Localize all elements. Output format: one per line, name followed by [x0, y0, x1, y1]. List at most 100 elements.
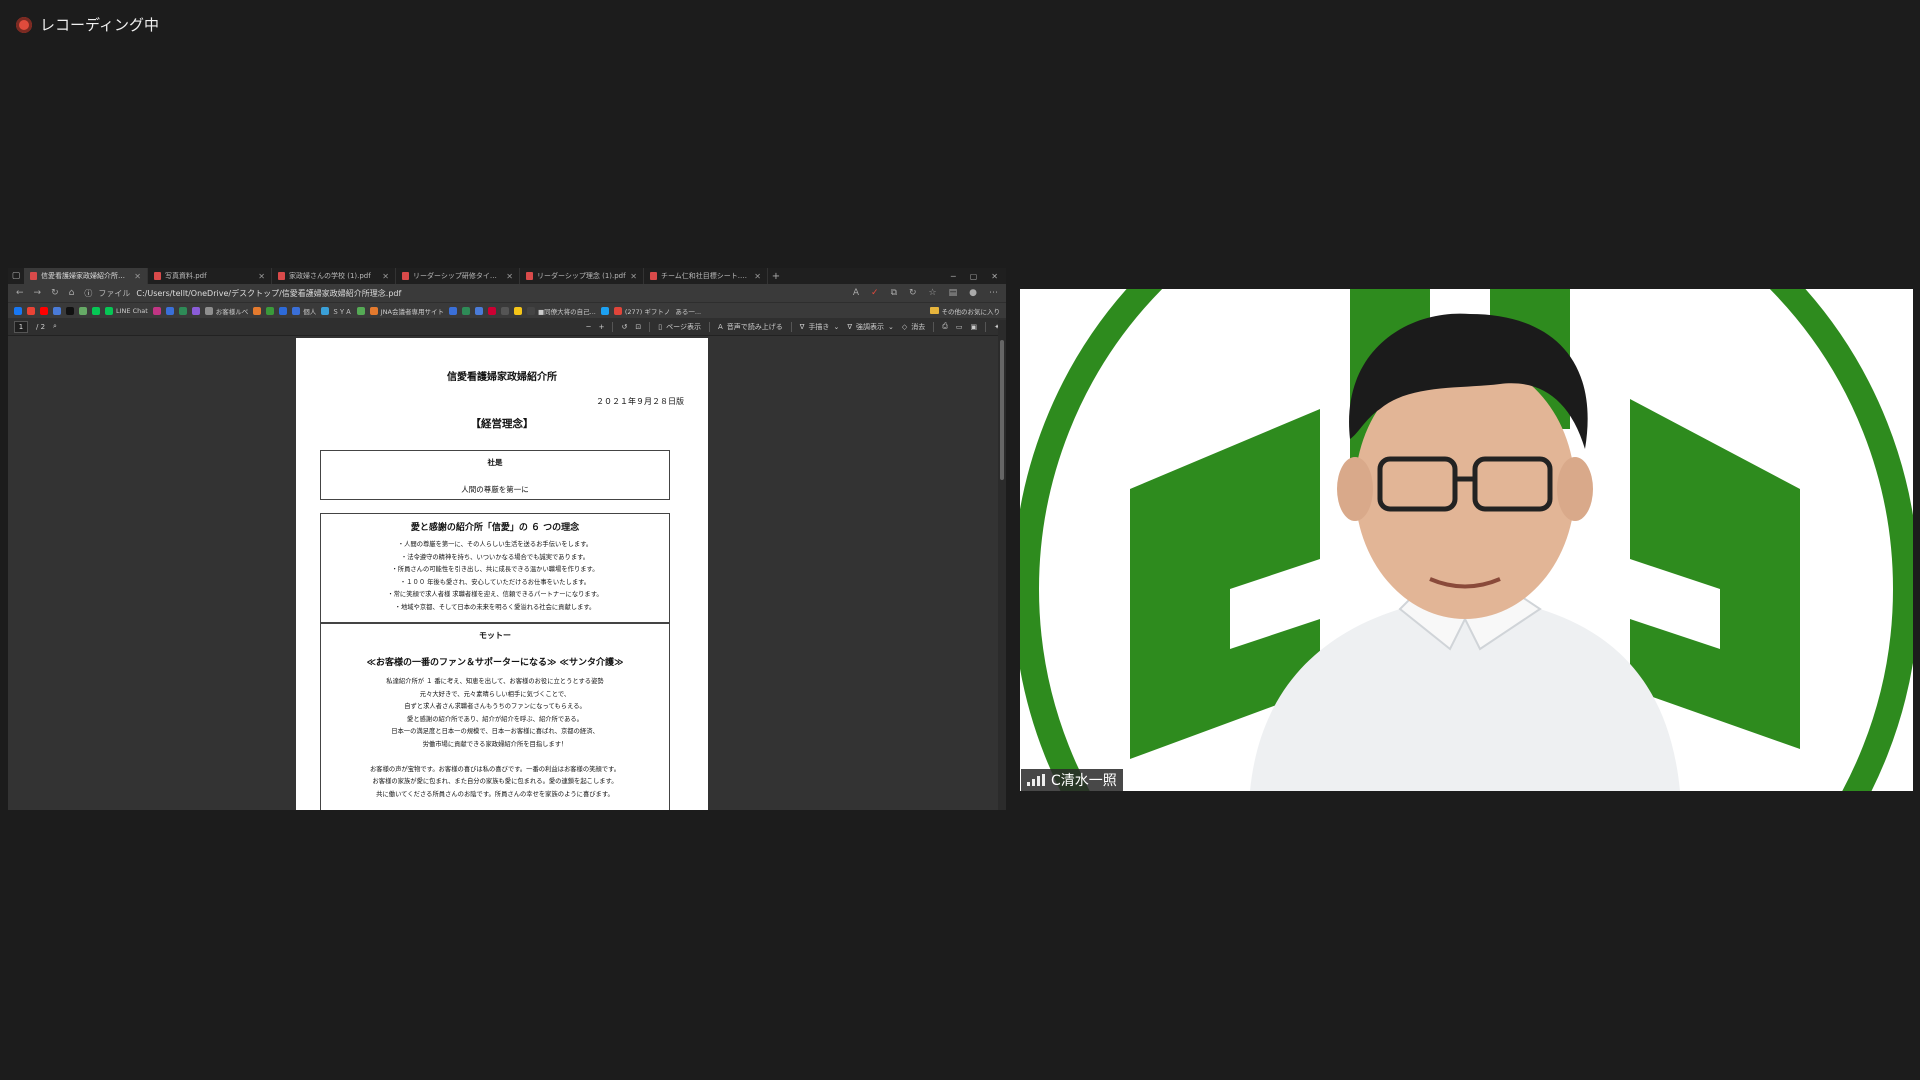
- page-view-icon: ▯: [658, 322, 663, 331]
- favorite-icon[interactable]: ☆: [929, 288, 937, 298]
- principle-item: ・法令遵守の精神を持ち、いついかなる場合でも誠実であります。: [400, 553, 590, 561]
- person-ear: [1557, 457, 1593, 521]
- highlight-button[interactable]: ∇ 強調表示 ⌄: [847, 322, 894, 332]
- bookmark-item[interactable]: LINE Chat: [105, 306, 148, 315]
- tab-actions-icon[interactable]: ▢: [8, 268, 24, 284]
- bookmark-icon[interactable]: [475, 306, 483, 315]
- scrollbar[interactable]: [998, 320, 1006, 810]
- browser-tab[interactable]: リーダーシップ理念 (1).pdf ✕: [520, 268, 644, 284]
- bookmark-item[interactable]: 個人: [292, 306, 316, 316]
- bookmark-item[interactable]: お客様ルベ: [204, 306, 248, 316]
- browser-tab[interactable]: 写真資料.pdf ✕: [148, 268, 272, 284]
- bookmark-icon[interactable]: [79, 306, 87, 315]
- motto-line: 労働市場に貢献できる家政婦紹介所を目指します！: [422, 740, 568, 748]
- recording-icon: [16, 16, 32, 33]
- bookmark-icon: [527, 306, 535, 315]
- document-date: ２０２１年９月２８日版: [596, 397, 684, 406]
- motto-line: 元々大好きで、元々素晴らしい相手に気づくことで、: [419, 690, 571, 698]
- browser-tab[interactable]: リーダーシップ研修タイプ2.pdf ✕: [396, 268, 520, 284]
- close-icon[interactable]: ✕: [630, 272, 637, 281]
- bookmark-icon[interactable]: [53, 306, 61, 315]
- pdf-icon: [154, 272, 161, 280]
- url-text: C:/Users/tellt/OneDrive/デスクトップ/信愛看護婦家政婦紹…: [136, 288, 402, 298]
- bookmark-item[interactable]: ある一...: [675, 306, 701, 316]
- draw-button[interactable]: ∇ 手描き ⌄: [800, 322, 840, 332]
- bookmark-icon[interactable]: [501, 306, 509, 315]
- bookmark-icon[interactable]: [279, 306, 288, 315]
- motto-line: 私達紹介所が １ 番に考え、知恵を出して、お客様のお役に立とうとする姿勢: [386, 678, 604, 685]
- bookmark-icon[interactable]: [488, 306, 496, 315]
- browser-tab[interactable]: チーム仁和社目標シート.pdf ✕: [644, 268, 768, 284]
- bookmark-icon[interactable]: [165, 306, 174, 315]
- instagram-icon[interactable]: [152, 306, 161, 315]
- bookmark-icon[interactable]: [514, 306, 522, 315]
- bookmark-icon[interactable]: [462, 306, 470, 315]
- facebook-icon[interactable]: [14, 306, 22, 315]
- youtube-icon: [613, 306, 622, 315]
- zoom-out-icon[interactable]: ─: [586, 323, 590, 331]
- maximize-icon[interactable]: ▢: [970, 272, 978, 281]
- reload-icon[interactable]: ↻: [51, 288, 59, 298]
- rotate-icon[interactable]: ↺: [621, 323, 627, 331]
- close-icon[interactable]: ✕: [506, 272, 513, 281]
- close-icon[interactable]: ✕: [754, 272, 761, 281]
- bookmark-icon[interactable]: [178, 306, 187, 315]
- scrollbar-thumb[interactable]: [1000, 340, 1004, 480]
- fit-page-icon[interactable]: ⊡: [635, 323, 641, 331]
- back-icon[interactable]: ←: [16, 288, 24, 298]
- new-tab-icon[interactable]: +: [768, 271, 784, 282]
- bookmark-icon[interactable]: [191, 306, 200, 315]
- scheme-label: ファイル: [98, 288, 131, 298]
- browser-tab[interactable]: 家政婦さんの学校 (1).pdf ✕: [272, 268, 396, 284]
- bookmark-icon[interactable]: [253, 306, 262, 315]
- folder-icon: [929, 307, 939, 314]
- bookmark-icon[interactable]: [356, 306, 365, 315]
- extensions-icon[interactable]: ⧉: [891, 288, 897, 298]
- search-icon[interactable]: ⌕: [53, 322, 57, 331]
- other-bookmarks[interactable]: その他のお気に入り: [929, 306, 1000, 316]
- home-icon[interactable]: ⌂: [69, 288, 75, 298]
- bookmark-icon: [321, 306, 330, 315]
- tiktok-icon[interactable]: [66, 306, 74, 315]
- motto-line: お客様の家族が愛に包まれ、また自分の家族も愛に包まれる。愛の連鎖を起こします。: [372, 778, 618, 786]
- page-number-input[interactable]: 1: [14, 320, 28, 333]
- forward-icon[interactable]: →: [34, 288, 42, 298]
- google-icon[interactable]: [27, 306, 35, 315]
- minimize-icon[interactable]: ─: [951, 272, 956, 281]
- print-icon[interactable]: ⎙: [942, 322, 948, 331]
- read-aloud-button[interactable]: A 音声で読み上げる: [718, 322, 783, 332]
- page-view-button[interactable]: ▯ ページ表示: [658, 322, 701, 332]
- line-icon[interactable]: [92, 306, 100, 315]
- zoom-in-icon[interactable]: +: [599, 323, 605, 331]
- highlight-icon: ∇: [847, 322, 852, 331]
- more-icon[interactable]: ⋯: [989, 288, 998, 298]
- erase-button[interactable]: ◇ 消去: [902, 322, 925, 332]
- read-mode-icon[interactable]: A: [853, 288, 859, 298]
- url-field[interactable]: ⓘ ファイル C:/Users/tellt/OneDrive/デスクトップ/信愛…: [84, 288, 842, 299]
- extension-icon[interactable]: ✓: [871, 288, 879, 298]
- twitter-icon[interactable]: [600, 306, 609, 315]
- bookmark-icon[interactable]: [449, 306, 457, 315]
- bookmark-item[interactable]: ＳＹＡ: [321, 306, 352, 316]
- collections-icon[interactable]: ▤: [949, 288, 958, 298]
- shared-screen: ▢ 信愛看護婦家政婦紹介所理念.pdf ✕ 写真資料.pdf ✕ 家政婦さんの学…: [8, 268, 1006, 810]
- close-icon[interactable]: ✕: [382, 272, 389, 281]
- close-icon[interactable]: ✕: [134, 272, 141, 281]
- bookmark-item[interactable]: (277) ギフトノ: [613, 306, 670, 316]
- pdf-viewer[interactable]: 信愛看護婦家政婦紹介所 ２０２１年９月２８日版 【経営理念】 社是 人間の尊厳を…: [8, 336, 998, 810]
- close-icon[interactable]: ✕: [258, 272, 265, 281]
- bookmark-item[interactable]: JNA会議者専用サイト: [369, 306, 444, 316]
- motto-heading: モットー: [479, 631, 511, 640]
- bookmark-icon[interactable]: [266, 306, 275, 315]
- save-as-icon[interactable]: ▣: [971, 323, 978, 331]
- participant-video[interactable]: [1020, 289, 1913, 791]
- recording-indicator[interactable]: レコーディング中: [16, 14, 159, 35]
- browser-tab[interactable]: 信愛看護婦家政婦紹介所理念.pdf ✕: [24, 268, 148, 284]
- close-window-icon[interactable]: ✕: [991, 272, 998, 281]
- save-icon[interactable]: ▭: [956, 323, 963, 331]
- youtube-icon[interactable]: [40, 306, 48, 315]
- profile-icon[interactable]: ●: [969, 288, 977, 298]
- refresh-icon[interactable]: ↻: [909, 288, 917, 298]
- chevron-down-icon: ⌄: [833, 322, 840, 331]
- bookmark-item[interactable]: ■同僚大将の自己...: [527, 306, 596, 316]
